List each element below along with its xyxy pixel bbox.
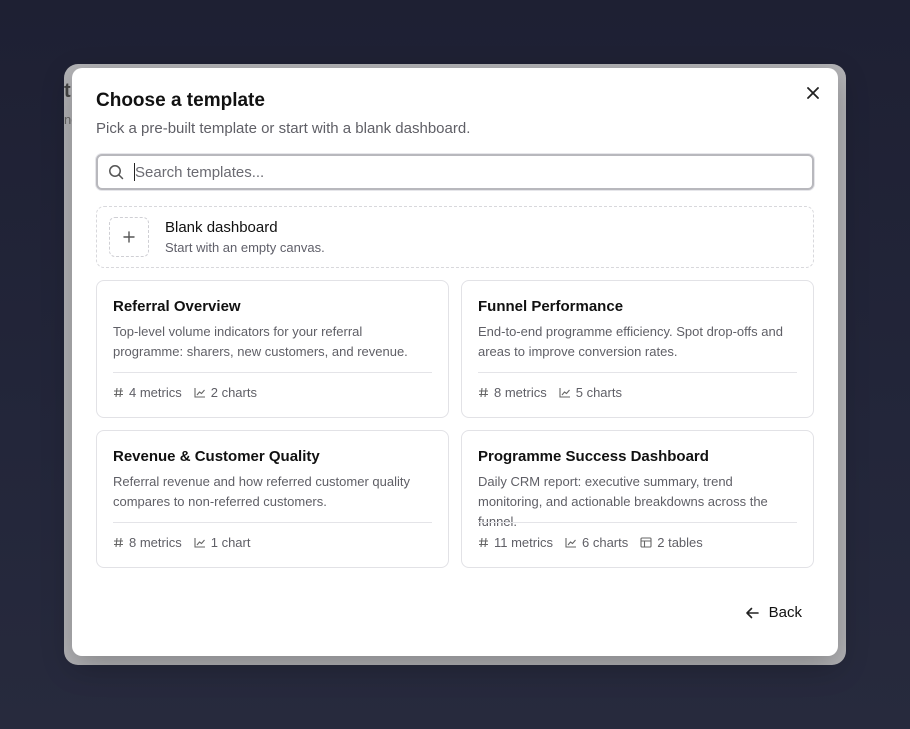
blank-dashboard-description: Start with an empty canvas.	[165, 240, 325, 255]
template-description: Top-level volume indicators for your ref…	[113, 324, 408, 359]
template-card-programme-success-dashboard[interactable]: Programme Success Dashboard Daily CRM re…	[461, 430, 814, 568]
arrow-left-icon	[745, 607, 759, 618]
dialog-subtitle: Pick a pre-built template or start with …	[96, 120, 471, 137]
template-meta: 8 metrics 1 chart	[113, 535, 262, 550]
line-chart-icon	[559, 388, 570, 398]
metrics-count: 8 metrics	[113, 535, 182, 550]
charts-label: 6 charts	[582, 535, 629, 550]
template-meta: 4 metrics 2 charts	[113, 385, 269, 400]
metrics-count: 4 metrics	[113, 385, 182, 400]
charts-label: 1 chart	[210, 535, 251, 550]
close-button[interactable]	[804, 84, 822, 102]
line-chart-icon	[565, 538, 576, 548]
charts-count: 1 chart	[194, 535, 251, 550]
template-dialog: Choose a template Pick a pre-built templ…	[72, 68, 838, 656]
charts-label: 5 charts	[575, 385, 622, 400]
metrics-label: 8 metrics	[494, 385, 547, 400]
hash-icon	[114, 537, 123, 548]
charts-count: 5 charts	[559, 385, 622, 400]
hash-icon	[479, 387, 488, 398]
back-button[interactable]: Back	[745, 604, 802, 621]
line-chart-icon	[194, 538, 205, 548]
card-divider	[478, 522, 797, 523]
metrics-label: 4 metrics	[129, 385, 182, 400]
template-title: Programme Success Dashboard	[478, 448, 709, 465]
charts-count: 2 charts	[194, 385, 257, 400]
charts-count: 6 charts	[565, 535, 628, 550]
metrics-label: 8 metrics	[129, 535, 182, 550]
template-title: Revenue & Customer Quality	[113, 448, 320, 465]
blank-dashboard-option[interactable]: Blank dashboard Start with an empty canv…	[96, 206, 814, 268]
card-divider	[113, 372, 432, 373]
tables-count: 2 tables	[640, 535, 703, 550]
line-chart-icon	[194, 388, 205, 398]
hash-icon	[114, 387, 123, 398]
search-box[interactable]	[96, 154, 814, 190]
template-card-revenue-customer-quality[interactable]: Revenue & Customer Quality Referral reve…	[96, 430, 449, 568]
charts-label: 2 charts	[210, 385, 257, 400]
plus-icon	[109, 217, 149, 257]
metrics-count: 11 metrics	[478, 535, 553, 550]
template-description: Referral revenue and how referred custom…	[113, 474, 410, 509]
tables-label: 2 tables	[657, 535, 703, 550]
template-meta: 8 metrics 5 charts	[478, 385, 634, 400]
template-description: End-to-end programme efficiency. Spot dr…	[478, 324, 783, 359]
search-icon	[98, 164, 134, 180]
hash-icon	[479, 537, 488, 548]
dialog-title: Choose a template	[96, 90, 265, 111]
card-divider	[113, 522, 432, 523]
template-meta: 11 metrics 6 charts 2 tables	[478, 535, 715, 550]
card-divider	[478, 372, 797, 373]
search-input[interactable]	[134, 163, 812, 181]
template-description: Daily CRM report: executive summary, tre…	[478, 474, 768, 529]
background-subtitle: nc	[64, 112, 72, 127]
table-icon	[640, 537, 652, 548]
template-title: Funnel Performance	[478, 298, 624, 315]
background-title: ti	[64, 80, 72, 102]
back-label: Back	[768, 604, 802, 621]
close-icon	[807, 87, 819, 99]
template-card-funnel-performance[interactable]: Funnel Performance End-to-end programme …	[461, 280, 814, 418]
template-card-referral-overview[interactable]: Referral Overview Top-level volume indic…	[96, 280, 449, 418]
template-title: Referral Overview	[113, 298, 241, 315]
metrics-count: 8 metrics	[478, 385, 547, 400]
metrics-label: 11 metrics	[494, 535, 553, 550]
blank-dashboard-title: Blank dashboard	[165, 219, 278, 236]
